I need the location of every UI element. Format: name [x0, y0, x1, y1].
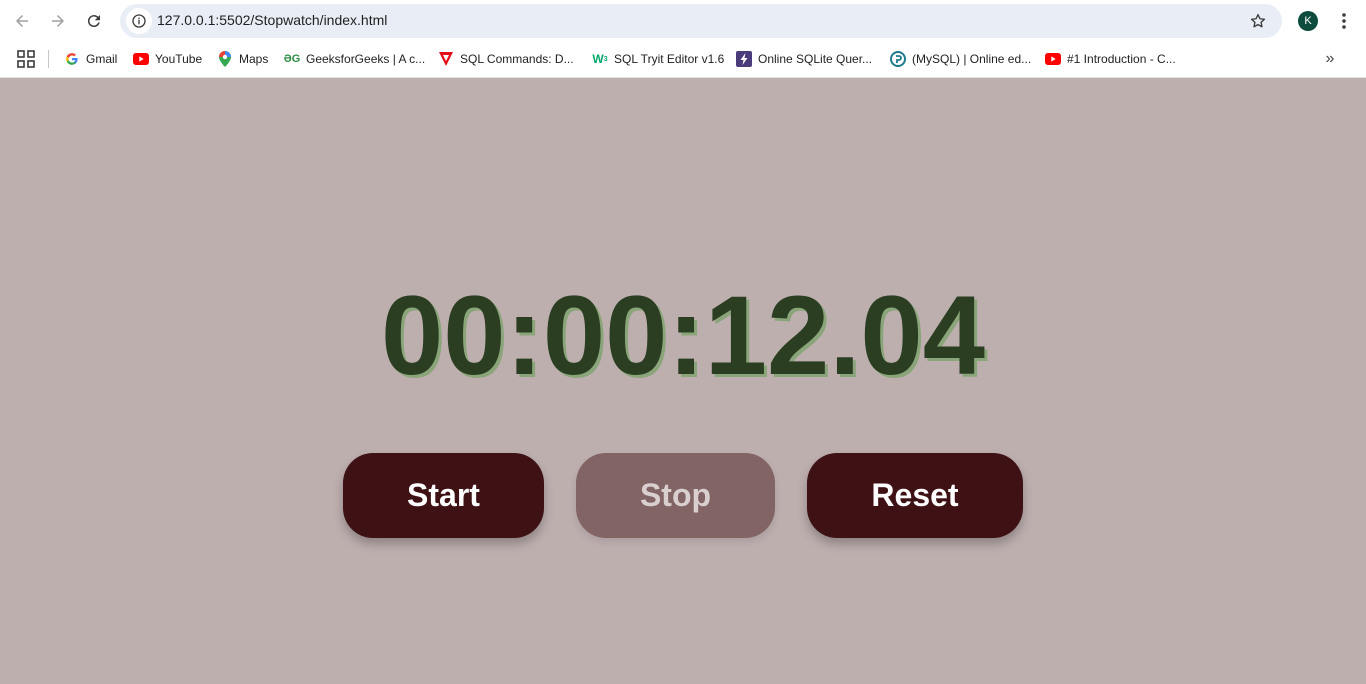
google-icon	[64, 51, 80, 67]
bookmark-label: Online SQLite Quer...	[758, 52, 873, 66]
bookmark-geeksforgeeks[interactable]: ƏG GeeksforGeeks | A c...	[284, 49, 425, 69]
mysql-online-icon	[890, 51, 906, 67]
bookmark-label: (MySQL) | Online ed...	[912, 52, 1032, 66]
w3schools-icon: W3	[592, 52, 608, 66]
bookmark-gmail[interactable]: Gmail	[64, 49, 117, 69]
bookmarks-separator	[48, 50, 49, 68]
address-bar[interactable]: 127.0.0.1:5502/Stopwatch/index.html	[120, 4, 1282, 38]
bookmark-label: SQL Commands: D...	[460, 52, 574, 66]
bookmark-star-icon[interactable]	[1248, 11, 1268, 31]
bookmark-label: #1 Introduction - C...	[1067, 52, 1176, 66]
maps-icon	[217, 51, 233, 67]
profile-avatar[interactable]: K	[1298, 11, 1318, 31]
bookmark-maps[interactable]: Maps	[217, 49, 268, 69]
bookmark-sql-commands[interactable]: SQL Commands: D...	[438, 49, 574, 69]
forward-button[interactable]	[46, 9, 70, 33]
back-button[interactable]	[10, 9, 34, 33]
bookmark-youtube[interactable]: YouTube	[133, 49, 202, 69]
stopwatch-page: 00:00:12.04 Start Stop Reset	[0, 79, 1366, 684]
reload-icon	[87, 15, 100, 28]
youtube-icon	[133, 51, 149, 67]
reload-button[interactable]	[82, 9, 106, 33]
bookmark-sqlite[interactable]: Online SQLite Quer...	[736, 49, 872, 69]
bookmark-mysql-online[interactable]: (MySQL) | Online ed...	[890, 49, 1031, 69]
bookmark-label: YouTube	[155, 52, 203, 66]
bookmark-label: GeeksforGeeks | A c...	[306, 52, 426, 66]
stop-button[interactable]: Stop	[576, 453, 775, 538]
bookmark-label: SQL Tryit Editor v1.6	[614, 52, 725, 66]
bookmark-sql-tryit[interactable]: W3 SQL Tryit Editor v1.6	[592, 49, 724, 69]
start-button[interactable]: Start	[343, 453, 544, 538]
geeksforgeeks-icon: ƏG	[283, 53, 301, 65]
url-text[interactable]: 127.0.0.1:5502/Stopwatch/index.html	[157, 12, 387, 28]
sqlite-icon	[736, 51, 752, 67]
site-info-icon[interactable]	[126, 8, 152, 34]
bookmark-label: Maps	[239, 52, 269, 66]
youtube-icon	[1045, 51, 1061, 67]
bookmarks-bar: Gmail YouTube Maps ƏG GeeksforGeeks | A …	[0, 42, 1366, 78]
bookmark-label: Gmail	[86, 52, 118, 66]
browser-toolbar: 127.0.0.1:5502/Stopwatch/index.html K	[0, 0, 1366, 42]
chevron-double-right-icon[interactable]: »	[1320, 49, 1340, 69]
timer-display: 00:00:12.04	[380, 273, 986, 398]
reset-button[interactable]: Reset	[807, 453, 1023, 538]
kebab-menu-icon[interactable]	[1334, 9, 1354, 33]
arrow-right-icon	[52, 15, 64, 27]
sql-commands-icon	[438, 51, 454, 67]
apps-grid-icon[interactable]	[17, 50, 35, 68]
arrow-left-icon	[16, 15, 28, 27]
bookmark-introduction[interactable]: #1 Introduction - C...	[1045, 49, 1176, 69]
